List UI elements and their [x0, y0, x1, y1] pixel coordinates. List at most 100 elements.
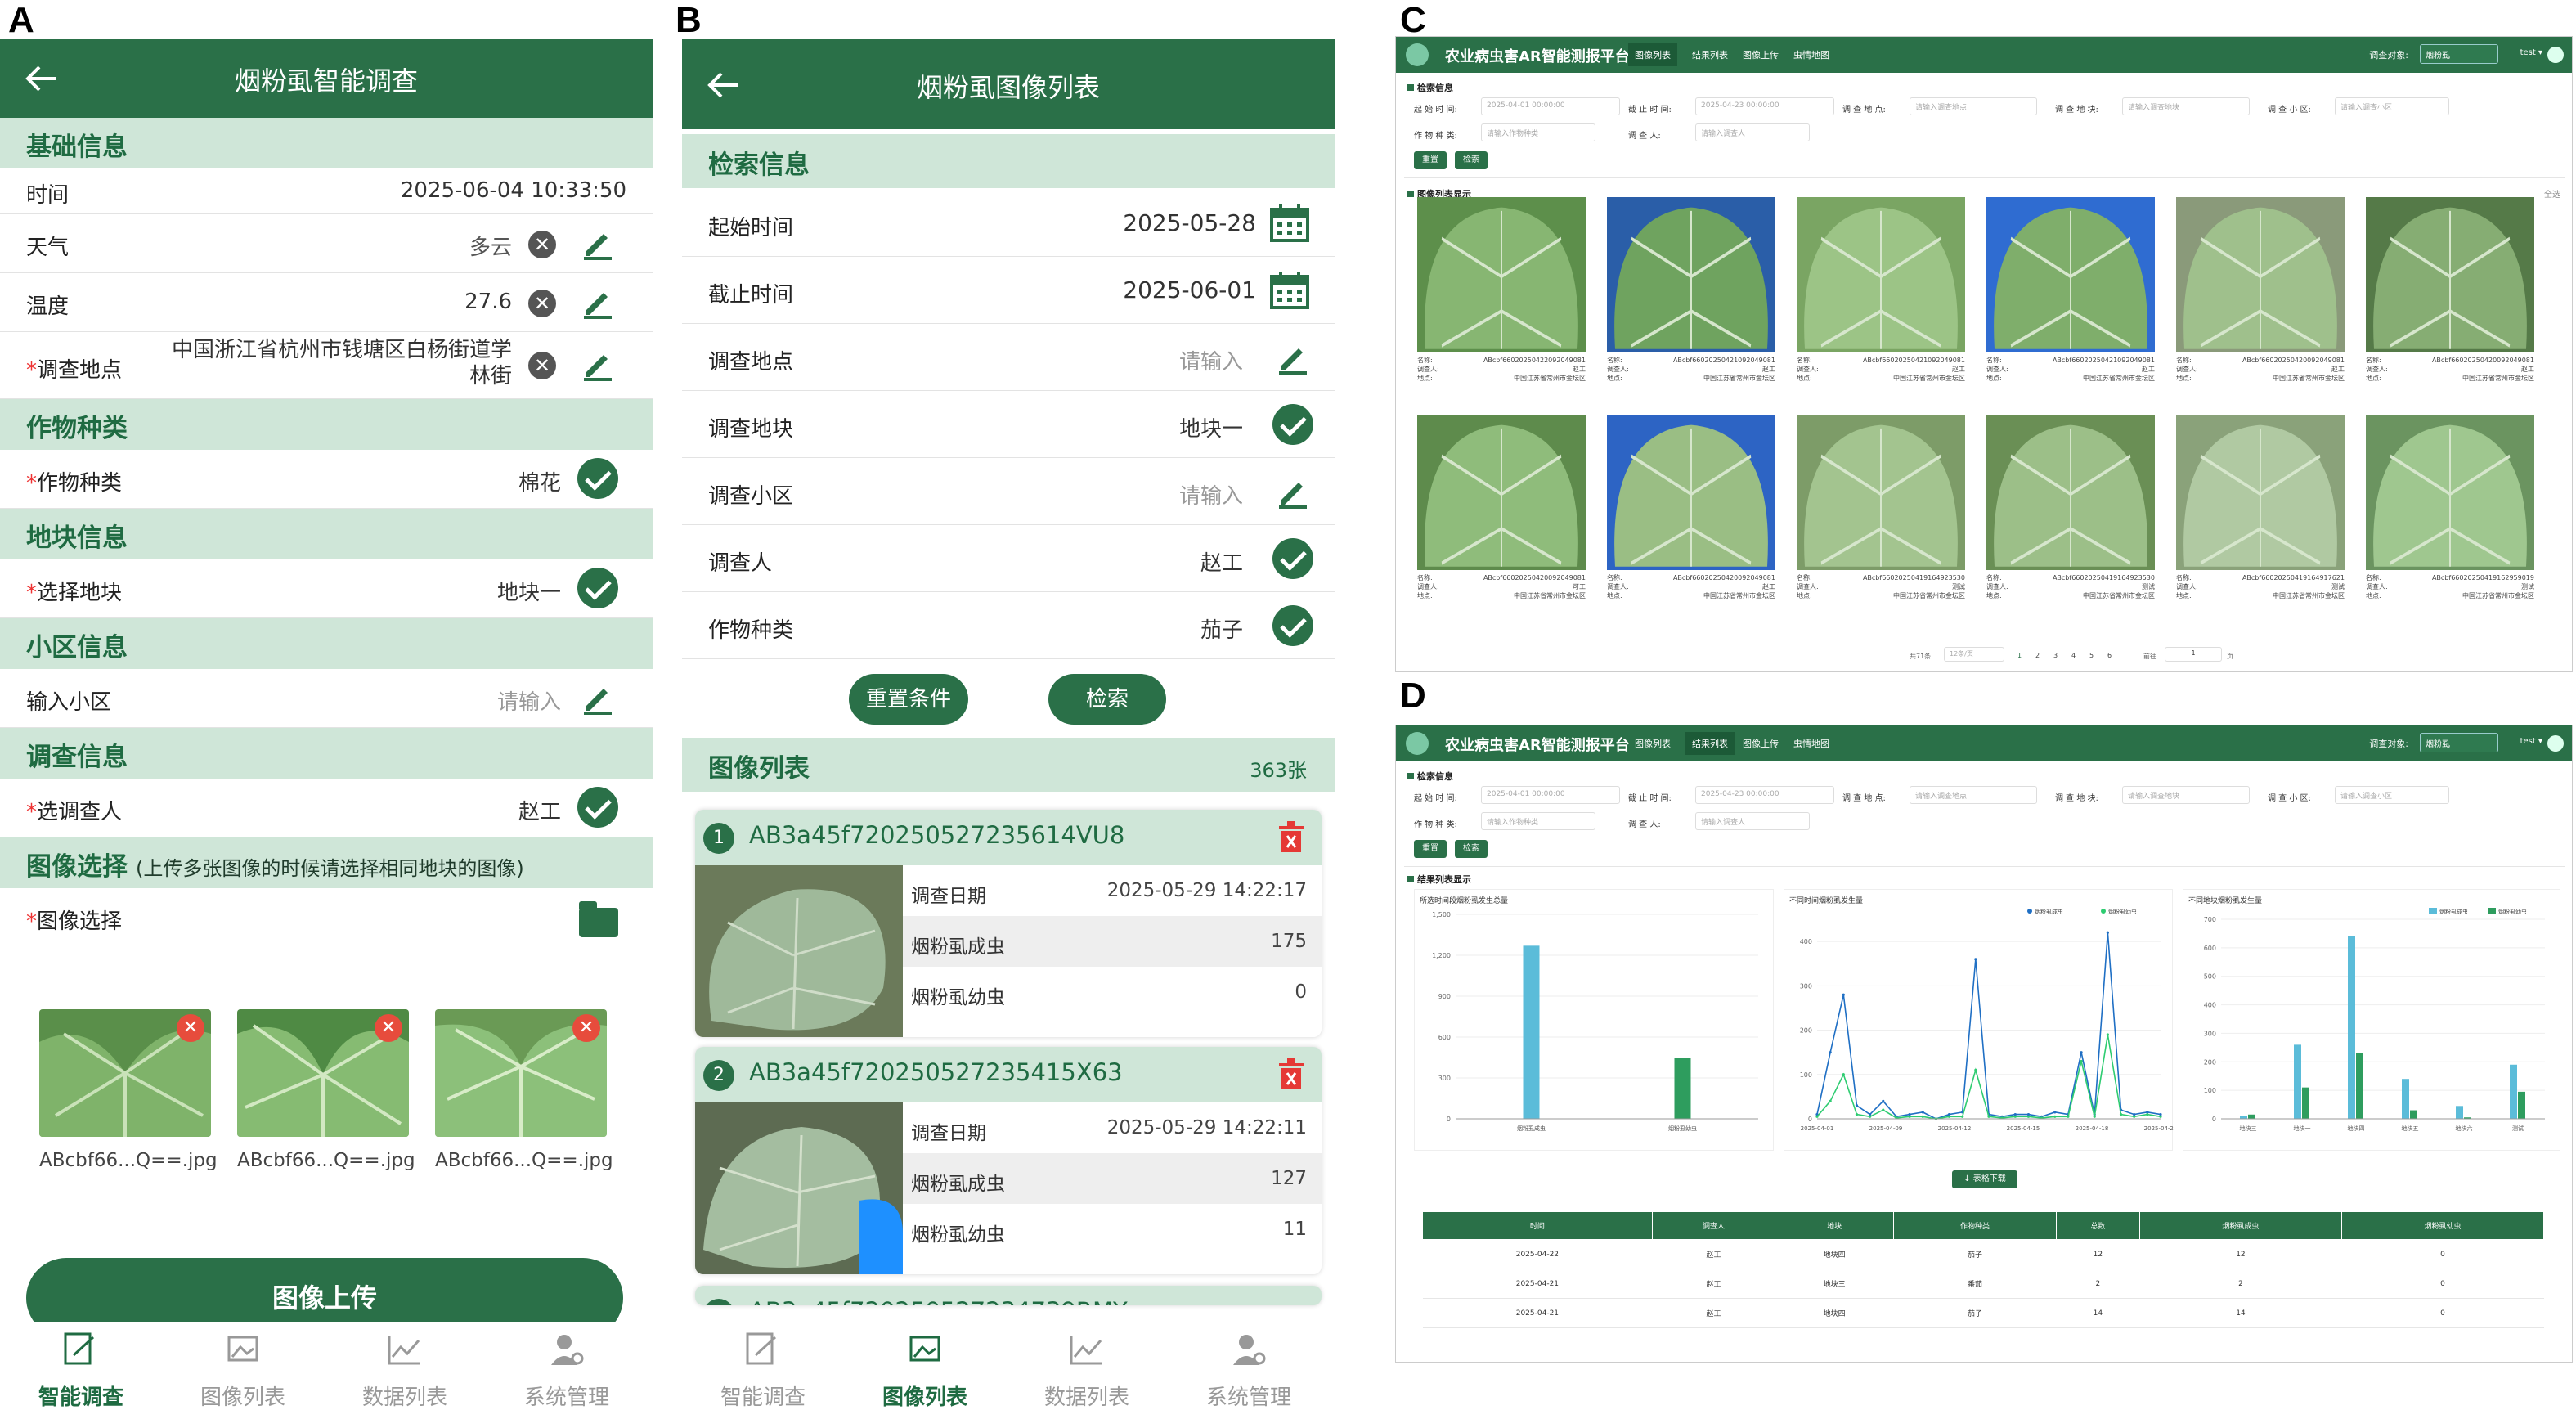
nav-image-upload[interactable]: 图像上传 [1743, 48, 1779, 61]
edit-pencil-icon[interactable] [579, 679, 617, 716]
remove-image-icon[interactable]: ✕ [375, 1014, 402, 1042]
pager-page[interactable]: 2 [2035, 652, 2040, 659]
image-card-1[interactable]: 1 AB3a45f720250527235614VU8 调查日期 2025-05-… [695, 810, 1322, 1037]
search-button[interactable]: 检索 [1455, 840, 1488, 858]
clear-icon[interactable]: ✕ [528, 352, 556, 379]
edit-pencil-icon[interactable] [579, 345, 617, 383]
row-area[interactable]: 调查小区 请输入 [682, 458, 1335, 525]
nav-result-list[interactable]: 结果列表 [1685, 732, 1735, 755]
folder-icon[interactable] [579, 901, 618, 937]
start-input[interactable]: 2025-04-01 00:00:00 [1481, 786, 1620, 804]
table-header-cell[interactable]: 调查人 [1651, 1211, 1776, 1240]
gallery-image[interactable] [1797, 197, 1965, 352]
clear-icon[interactable]: ✕ [528, 290, 556, 317]
row-image-select[interactable]: *图像选择 [0, 888, 653, 947]
gallery-image[interactable] [1607, 415, 1775, 570]
clear-icon[interactable]: ✕ [528, 231, 556, 258]
gallery-image[interactable] [2176, 415, 2345, 570]
person-input[interactable]: 请输入调查人 [1695, 812, 1810, 830]
page-size-select[interactable]: 12条/页 [1944, 647, 2004, 662]
crop-input[interactable]: 请输入作物种类 [1481, 812, 1595, 830]
gallery-image[interactable] [2366, 197, 2534, 352]
tab-data-list[interactable]: 数据列表 [1009, 1331, 1165, 1410]
nav-pest-map[interactable]: 虫情地图 [1793, 48, 1829, 61]
pager-page[interactable]: 4 [2071, 652, 2076, 659]
gallery-image[interactable] [1797, 415, 1965, 570]
pager-page-input[interactable]: 1 [2165, 647, 2222, 662]
select-all-link[interactable]: 全选 [2544, 187, 2560, 200]
tab-image-list[interactable]: 图像列表 [165, 1331, 321, 1410]
row-end-time[interactable]: 截止时间 2025-06-01 [682, 257, 1335, 324]
plot-input[interactable]: 请输入调查地块 [2122, 786, 2250, 804]
person-input[interactable]: 请输入调查人 [1695, 123, 1810, 141]
gallery-image[interactable] [1417, 415, 1586, 570]
pager-page[interactable]: 6 [2107, 652, 2112, 659]
row-area[interactable]: 输入小区 请输入 [0, 669, 653, 728]
row-person[interactable]: 调查人 赵工 [682, 525, 1335, 592]
table-header-cell[interactable]: 总数 [2055, 1211, 2140, 1240]
end-input[interactable]: 2025-04-23 00:00:00 [1695, 97, 1834, 115]
tab-survey[interactable]: 智能调查 [685, 1331, 841, 1410]
tab-system[interactable]: 系统管理 [1171, 1331, 1326, 1410]
thumbnail-2[interactable]: ✕ [237, 1009, 409, 1137]
image-card-3[interactable]: 3 AB3a45f720250527234739RMY [695, 1286, 1322, 1305]
table-header-cell[interactable]: 烟粉虱成虫 [2138, 1211, 2342, 1240]
table-header-cell[interactable]: 作物种类 [1893, 1211, 2057, 1240]
nav-image-upload[interactable]: 图像上传 [1743, 737, 1779, 750]
search-button[interactable]: 检索 [1455, 151, 1488, 169]
reset-button[interactable]: 重置条件 [849, 674, 968, 725]
plot-input[interactable]: 请输入调查地块 [2122, 97, 2250, 115]
area-input[interactable]: 请输入调查小区 [2335, 97, 2449, 115]
tab-data-list[interactable]: 数据列表 [327, 1331, 482, 1410]
area-input[interactable]: 请输入 [497, 685, 561, 716]
pager-page[interactable]: 1 [2017, 652, 2022, 659]
table-row[interactable]: 2025-04-21 赵工 地块三 番茄 2 2 0 [1422, 1269, 2544, 1299]
row-crop[interactable]: *作物种类 棉花 [0, 450, 653, 509]
area-input[interactable]: 请输入调查小区 [2335, 786, 2449, 804]
tab-image-list[interactable]: 图像列表 [847, 1331, 1003, 1410]
edit-pencil-icon[interactable] [579, 224, 617, 262]
gallery-image[interactable] [1986, 415, 2155, 570]
gallery-image[interactable] [1986, 197, 2155, 352]
user-menu[interactable]: test ▾ [2520, 737, 2542, 746]
table-header-cell[interactable]: 时间 [1422, 1211, 1653, 1240]
edit-pencil-icon[interactable] [579, 283, 617, 321]
avatar[interactable] [2547, 47, 2564, 63]
row-plot[interactable]: 调查地块 地块一 [682, 391, 1335, 458]
start-input[interactable]: 2025-04-01 00:00:00 [1481, 97, 1620, 115]
nav-result-list[interactable]: 结果列表 [1692, 48, 1728, 61]
gallery-image[interactable] [2366, 415, 2534, 570]
table-header-cell[interactable]: 烟粉虱幼虫 [2340, 1211, 2545, 1240]
object-select[interactable]: 烟粉虱 [2420, 733, 2498, 752]
table-row[interactable]: 2025-04-22 赵工 地块四 茄子 12 12 0 [1422, 1239, 2544, 1269]
delete-icon[interactable] [1279, 821, 1304, 852]
row-plot[interactable]: *选择地块 地块一 [0, 559, 653, 618]
end-input[interactable]: 2025-04-23 00:00:00 [1695, 786, 1834, 804]
download-table-button[interactable]: ↓ 表格下载 [1952, 1170, 2017, 1188]
search-button[interactable]: 检索 [1048, 674, 1166, 725]
thumbnail-3[interactable]: ✕ [435, 1009, 607, 1137]
crop-input[interactable]: 请输入作物种类 [1481, 123, 1595, 141]
delete-icon[interactable] [1279, 1058, 1304, 1089]
reset-button[interactable]: 重置 [1414, 840, 1447, 858]
reset-button[interactable]: 重置 [1414, 151, 1447, 169]
remove-image-icon[interactable]: ✕ [572, 1014, 600, 1042]
nav-pest-map[interactable]: 虫情地图 [1793, 737, 1829, 750]
calendar-icon[interactable] [1269, 270, 1310, 311]
row-investigator[interactable]: *选调查人 赵工 [0, 779, 653, 837]
remove-image-icon[interactable]: ✕ [177, 1014, 204, 1042]
user-menu[interactable]: test ▾ [2520, 48, 2542, 57]
tab-survey[interactable]: 智能调查 [3, 1331, 159, 1410]
pager-page[interactable]: 3 [2053, 652, 2058, 659]
edit-pencil-icon[interactable] [1274, 339, 1312, 376]
tab-system[interactable]: 系统管理 [489, 1331, 644, 1410]
area-input[interactable]: 请输入 [1179, 479, 1243, 510]
gallery-image[interactable] [1417, 197, 1586, 352]
table-row[interactable]: 2025-04-21 赵工 地块四 茄子 14 14 0 [1422, 1298, 2544, 1328]
row-start-time[interactable]: 起始时间 2025-05-28 [682, 190, 1335, 257]
image-card-2[interactable]: 2 AB3a45f720250527235415X63 调查日期 2025-05-… [695, 1047, 1322, 1274]
gallery-image[interactable] [2176, 197, 2345, 352]
row-crop[interactable]: 作物种类 茄子 [682, 592, 1335, 659]
row-place[interactable]: 调查地点 请输入 [682, 324, 1335, 391]
pager-page[interactable]: 5 [2089, 652, 2094, 659]
